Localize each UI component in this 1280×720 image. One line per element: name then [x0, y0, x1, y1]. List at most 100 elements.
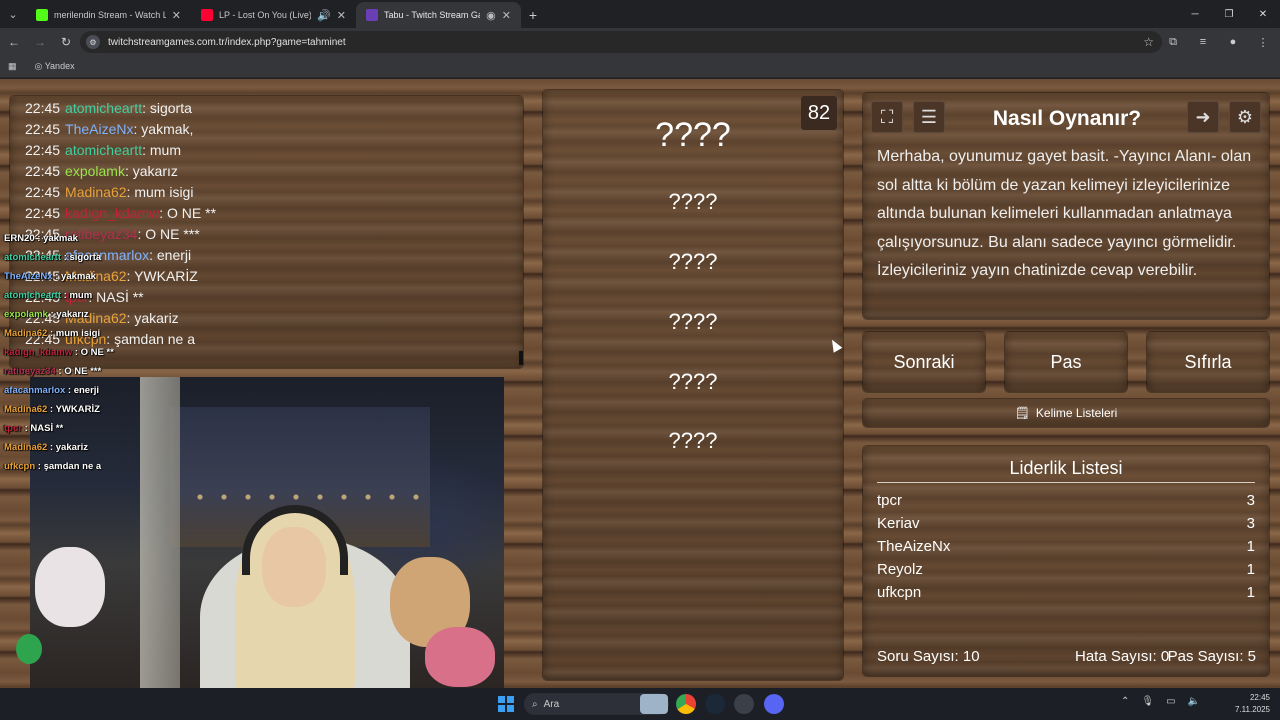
- leaderboard-score: 3: [1246, 515, 1255, 532]
- taboo-word: ????: [668, 249, 718, 274]
- overlay-chat-message: tpcr : NASİ **: [4, 419, 164, 438]
- mic-icon[interactable]: 🎙: [1141, 696, 1154, 707]
- discord-icon[interactable]: [764, 694, 784, 714]
- leaderboard-score: 1: [1246, 584, 1255, 601]
- menu-icon[interactable]: ⋮: [1252, 31, 1274, 53]
- close-tab-icon[interactable]: ✕: [172, 9, 181, 22]
- browser-tab-2[interactable]: LP - Lost On You (Live) - Yo 🔊 ✕: [191, 2, 356, 28]
- overlay-text: yakarız: [56, 309, 89, 320]
- media-icon[interactable]: ≡: [1192, 31, 1214, 53]
- pass-count: Pas Sayısı: 5: [1167, 648, 1256, 665]
- overlay-chat-message: ufkcpn : şamdan ne a: [4, 457, 164, 476]
- system-tray: ⌃ 🎙 ▭ 🔈: [1121, 696, 1200, 707]
- youtube-favicon-icon: [201, 9, 213, 21]
- next-button[interactable]: Sonraki: [863, 332, 985, 392]
- chat-username[interactable]: TheAizeNx: [65, 121, 133, 137]
- overlay-text: yakariz: [55, 442, 88, 453]
- leaderboard-name: TheAizeNx: [877, 538, 951, 555]
- steam-icon[interactable]: [705, 694, 725, 714]
- search-label: Ara: [543, 698, 560, 710]
- chat-scrollbar[interactable]: [519, 351, 523, 365]
- taboo-word: ????: [668, 428, 718, 453]
- overlay-username: atomicheartt: [4, 290, 62, 301]
- browser-tab-3[interactable]: Tabu - Twitch Stream Game ◉ ✕: [356, 2, 521, 28]
- overlay-chat-message: Madina62 : mum isigi: [4, 324, 164, 343]
- word-lists-label: Kelime Listeleri: [1035, 406, 1118, 420]
- new-tab-button[interactable]: +: [521, 2, 545, 28]
- taskbar-clock[interactable]: 22:45 7.11.2025: [1235, 692, 1270, 716]
- chat-timestamp: 22:45: [25, 142, 61, 158]
- chat-separator: :: [159, 205, 167, 221]
- overlay-chat-message: kadıgn_kdamw : O NE **: [4, 343, 164, 362]
- search-icon: ⌕: [532, 698, 538, 710]
- overlay-chat-message: ERN20 : yakmak: [4, 229, 164, 248]
- site-info-icon[interactable]: ⚙: [86, 35, 100, 49]
- chrome-icon[interactable]: [676, 694, 696, 714]
- game-buttons: Sonraki Pas Sıfırla: [863, 332, 1269, 392]
- leaderboard-row: Keriav 3: [877, 515, 1255, 532]
- logout-icon[interactable]: ➜: [1187, 101, 1219, 133]
- bookmark-yandex[interactable]: ◎ Yandex: [35, 61, 75, 72]
- chat-message: 22:45 Madina62: mum isigi: [25, 182, 523, 203]
- display-icon[interactable]: ▭: [1166, 696, 1175, 707]
- overlay-chat-message: atomicheartt : sigorta: [4, 248, 164, 267]
- overlay-chat-message: atomicheartt : mum: [4, 286, 164, 305]
- chat-timestamp: 22:45: [25, 121, 61, 137]
- widget-icon[interactable]: [640, 694, 668, 714]
- overlay-chat-message: afacanmarlox : enerji: [4, 381, 164, 400]
- pass-button[interactable]: Pas: [1005, 332, 1127, 392]
- overlay-username: tpcr: [4, 423, 22, 434]
- tab-search-menu-icon[interactable]: ⌄: [0, 0, 26, 28]
- window-controls: ─ ❐ ✕: [1178, 0, 1280, 28]
- chat-timestamp: 22:45: [25, 184, 61, 200]
- clock-time: 22:45: [1249, 693, 1270, 702]
- chat-username[interactable]: Madina62: [65, 184, 127, 200]
- back-icon[interactable]: ←: [2, 30, 26, 54]
- close-window-icon[interactable]: ✕: [1246, 0, 1280, 28]
- overlay-separator: :: [34, 233, 44, 244]
- bookmark-star-icon[interactable]: ☆: [1143, 35, 1154, 49]
- overlay-username: Madina62: [4, 404, 48, 415]
- taboo-word: ????: [668, 309, 718, 334]
- reset-button[interactable]: Sıfırla: [1147, 332, 1269, 392]
- restore-icon[interactable]: ❐: [1212, 0, 1246, 28]
- word-card: 82 ???? ???? ???? ???? ???? ????: [543, 90, 843, 680]
- app-icon[interactable]: [734, 694, 754, 714]
- word-lists-button[interactable]: 🗒 Kelime Listeleri: [863, 399, 1269, 427]
- minimize-icon[interactable]: ─: [1178, 0, 1212, 28]
- chat-username[interactable]: atomicheartt: [65, 142, 142, 158]
- chat-username[interactable]: expolamk: [65, 163, 125, 179]
- tab-title: Tabu - Twitch Stream Game: [384, 10, 480, 20]
- notes-icon[interactable]: ☰: [913, 101, 945, 133]
- close-tab-icon[interactable]: ✕: [337, 9, 346, 22]
- leaderboard-row: TheAizeNx 1: [877, 538, 1255, 555]
- chat-timestamp: 22:45: [25, 100, 61, 116]
- overlay-separator: :: [47, 328, 56, 339]
- settings-gear-icon[interactable]: ⚙: [1229, 101, 1261, 133]
- chat-username[interactable]: kadıgn_kdamw: [65, 205, 159, 221]
- overlay-text: şamdan ne a: [43, 461, 102, 472]
- extensions-icon[interactable]: ⧉: [1162, 31, 1184, 53]
- question-count: Soru Sayısı: 10: [877, 648, 980, 665]
- chat-username[interactable]: atomicheartt: [65, 100, 142, 116]
- fullscreen-icon[interactable]: ⛶: [871, 101, 903, 133]
- overlay-text: O NE **: [80, 347, 114, 358]
- apps-grid-icon[interactable]: ▦: [8, 61, 17, 72]
- volume-icon[interactable]: 🔈: [1188, 696, 1200, 707]
- overlay-username: kadıgn_kdamw: [4, 347, 73, 358]
- url-input[interactable]: ⚙ twitchstreamgames.com.tr/index.php?gam…: [80, 31, 1162, 53]
- chevron-up-icon[interactable]: ⌃: [1121, 696, 1129, 707]
- forward-icon[interactable]: →: [28, 30, 52, 54]
- overlay-text: O NE ***: [64, 366, 102, 377]
- how-to-play-text: Merhaba, oyunumuz gayet basit. -Yayıncı …: [877, 148, 1252, 279]
- chat-message: 22:45 atomicheartt: sigorta: [25, 98, 523, 119]
- chat-separator: :: [142, 100, 150, 116]
- close-tab-icon[interactable]: ✕: [502, 9, 511, 22]
- browser-tab-1[interactable]: merilendin Stream - Watch Live ✕: [26, 2, 191, 28]
- chat-text: sigorta: [149, 100, 192, 116]
- profile-avatar[interactable]: ●: [1222, 31, 1244, 53]
- speaker-icon[interactable]: 🔊: [317, 9, 331, 22]
- start-button[interactable]: [498, 696, 514, 712]
- reload-icon[interactable]: ↻: [54, 30, 78, 54]
- overlay-text: enerji: [73, 385, 100, 396]
